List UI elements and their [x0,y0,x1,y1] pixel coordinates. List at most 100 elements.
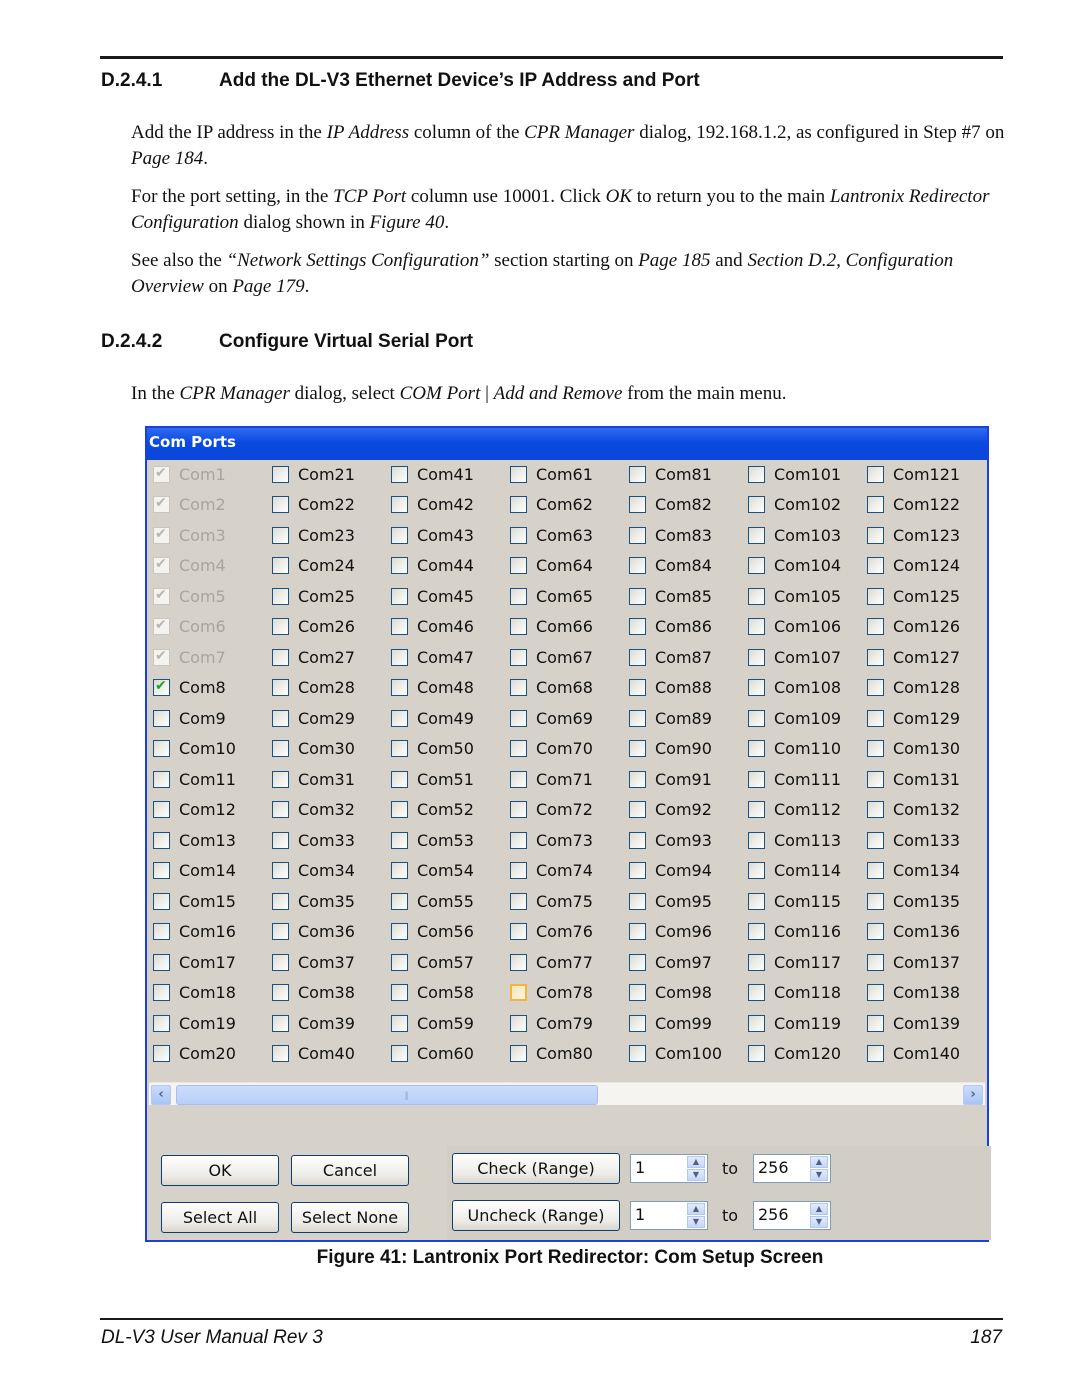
com-port-checkbox-70[interactable]: Com70 [510,738,593,760]
com-port-checkbox-50[interactable]: Com50 [391,738,474,760]
checkbox[interactable] [272,709,289,727]
checkbox[interactable] [272,618,289,635]
com-port-checkbox-46[interactable]: Com46 [391,616,474,638]
com-port-checkbox-8[interactable]: ✔ Com8 [153,677,226,699]
checkbox[interactable] [629,465,646,483]
com-port-checkbox-15[interactable]: Com15 [153,890,236,912]
com-port-checkbox-26[interactable]: Com26 [272,616,355,638]
checkbox[interactable] [748,465,765,483]
checkbox[interactable] [391,709,408,727]
uncheck-range-button[interactable]: Uncheck (Range) [452,1200,620,1231]
checkbox[interactable] [510,923,527,940]
com-port-checkbox-29[interactable]: Com29 [272,707,355,729]
checkbox[interactable] [391,984,408,1001]
com-port-checkbox-21[interactable]: Com21 [272,463,355,485]
com-port-checkbox-82[interactable]: Com82 [629,494,712,516]
checkbox[interactable] [391,1014,408,1032]
uncheck-range-from-value[interactable]: 1 [635,1205,645,1224]
check-range-from-value[interactable]: 1 [635,1158,645,1177]
checkbox[interactable] [391,587,408,605]
checkbox[interactable] [510,496,527,513]
scroll-left-button[interactable]: ‹ [151,1085,171,1105]
checkbox[interactable] [510,557,527,574]
checkbox[interactable] [153,770,170,788]
checkbox[interactable] [748,923,765,940]
com-port-checkbox-99[interactable]: Com99 [629,1012,712,1034]
check-range-to-value[interactable]: 256 [758,1158,789,1177]
checkbox[interactable]: ✔ [153,526,170,544]
check-range-to-spinner[interactable]: 256 ▲ ▼ [753,1154,831,1183]
checkbox[interactable] [391,770,408,788]
checkbox[interactable] [391,618,408,635]
check-range-from-spinner[interactable]: 1 ▲ ▼ [630,1154,708,1183]
checkbox[interactable] [510,587,527,605]
com-port-checkbox-60[interactable]: Com60 [391,1043,474,1065]
com-port-checkbox-135[interactable]: Com135 [867,890,960,912]
checkbox[interactable] [867,557,884,574]
checkbox[interactable] [510,801,527,818]
com-port-checkbox-4[interactable]: ✔ Com4 [153,555,226,577]
com-port-checkbox-117[interactable]: Com117 [748,951,841,973]
checkbox[interactable] [153,1045,170,1062]
checkbox[interactable] [748,1014,765,1032]
com-port-checkbox-133[interactable]: Com133 [867,829,960,851]
checkbox[interactable] [867,1045,884,1062]
checkbox[interactable] [867,923,884,940]
com-port-checkbox-27[interactable]: Com27 [272,646,355,668]
checkbox[interactable] [510,831,527,849]
checkbox[interactable] [272,801,289,818]
checkbox[interactable] [510,862,527,879]
com-port-checkbox-108[interactable]: Com108 [748,677,841,699]
com-port-checkbox-72[interactable]: Com72 [510,799,593,821]
checkbox[interactable] [867,862,884,879]
spin-up-button[interactable]: ▲ [687,1203,705,1215]
spin-down-button[interactable]: ▼ [810,1216,828,1228]
checkbox[interactable] [867,465,884,483]
com-port-checkbox-121[interactable]: Com121 [867,463,960,485]
checkbox[interactable] [867,618,884,635]
com-port-checkbox-69[interactable]: Com69 [510,707,593,729]
spin-up-button[interactable]: ▲ [810,1156,828,1168]
scrollbar-thumb[interactable]: ||| [176,1085,598,1105]
com-port-checkbox-76[interactable]: Com76 [510,921,593,943]
checkbox[interactable] [272,770,289,788]
com-port-checkbox-35[interactable]: Com35 [272,890,355,912]
checkbox[interactable]: ✔ [153,556,170,574]
checkbox[interactable] [153,1014,170,1032]
com-port-checkbox-12[interactable]: Com12 [153,799,236,821]
com-port-checkbox-36[interactable]: Com36 [272,921,355,943]
com-port-checkbox-110[interactable]: Com110 [748,738,841,760]
checkbox[interactable] [391,831,408,849]
checkbox[interactable] [629,618,646,635]
com-port-checkbox-9[interactable]: Com9 [153,707,226,729]
checkbox[interactable]: ✔ [153,678,170,696]
com-port-checkbox-92[interactable]: Com92 [629,799,712,821]
com-port-checkbox-18[interactable]: Com18 [153,982,236,1004]
spin-up-button[interactable]: ▲ [810,1203,828,1215]
com-port-checkbox-30[interactable]: Com30 [272,738,355,760]
com-port-checkbox-47[interactable]: Com47 [391,646,474,668]
com-port-checkbox-134[interactable]: Com134 [867,860,960,882]
com-port-checkbox-42[interactable]: Com42 [391,494,474,516]
com-port-checkbox-1[interactable]: ✔ Com1 [153,463,226,485]
com-port-checkbox-10[interactable]: Com10 [153,738,236,760]
com-port-checkbox-20[interactable]: Com20 [153,1043,236,1065]
com-port-checkbox-57[interactable]: Com57 [391,951,474,973]
com-port-checkbox-120[interactable]: Com120 [748,1043,841,1065]
checkbox[interactable] [272,496,289,513]
checkbox[interactable] [153,740,170,757]
com-port-checkbox-74[interactable]: Com74 [510,860,593,882]
com-port-checkbox-23[interactable]: Com23 [272,524,355,546]
checkbox[interactable] [391,801,408,818]
checkbox[interactable] [510,526,527,544]
checkbox[interactable] [629,953,646,971]
checkbox[interactable] [510,709,527,727]
spin-down-button[interactable]: ▼ [687,1216,705,1228]
com-port-checkbox-85[interactable]: Com85 [629,585,712,607]
com-port-checkbox-48[interactable]: Com48 [391,677,474,699]
com-port-checkbox-62[interactable]: Com62 [510,494,593,516]
checkbox[interactable] [272,526,289,544]
com-port-checkbox-38[interactable]: Com38 [272,982,355,1004]
checkbox[interactable] [629,770,646,788]
com-port-checkbox-43[interactable]: Com43 [391,524,474,546]
